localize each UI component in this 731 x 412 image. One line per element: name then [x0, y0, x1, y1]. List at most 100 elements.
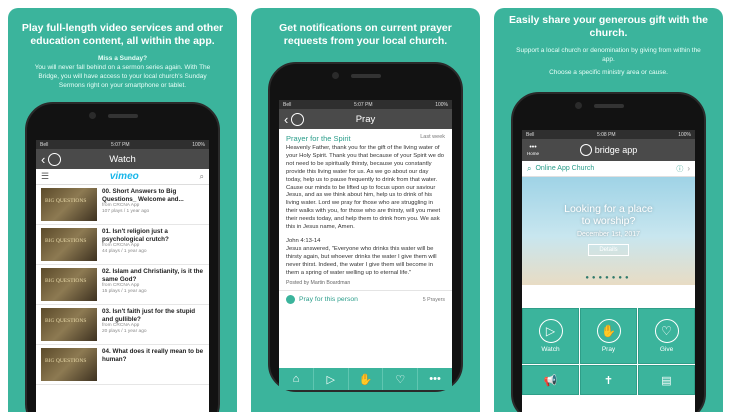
speaker: [350, 74, 381, 78]
chevron-right-icon[interactable]: ›: [687, 164, 690, 173]
video-list-item[interactable]: BIG QUESTIONS 03. Isn't faith just for th…: [36, 305, 209, 345]
video-thumbnail: BIG QUESTIONS: [41, 268, 97, 301]
tab-home-icon[interactable]: ⌂: [279, 368, 314, 390]
search-value: Online App Church: [535, 165, 595, 172]
video-thumbnail: BIG QUESTIONS: [41, 308, 97, 341]
tab-more-icon[interactable]: •••: [418, 368, 452, 390]
tab-pray-icon[interactable]: ✋: [349, 368, 384, 390]
clock: 5:07 PM: [353, 101, 373, 108]
screenshot-panel-give: Easily share your generous gift with the…: [494, 8, 723, 412]
nav-bar: ‹ Pray: [279, 109, 452, 129]
tile-give[interactable]: ♡ Give: [638, 308, 695, 364]
carousel-dots[interactable]: ●●●●●●●: [522, 275, 695, 281]
pray-row: Pray for this person 5 Prayers: [279, 290, 452, 308]
vimeo-header: ☰ vimeo ⌕: [36, 169, 209, 185]
screenshot-panel-watch: Play full-length video services and othe…: [8, 8, 237, 412]
back-chevron-icon[interactable]: ‹: [284, 113, 288, 126]
video-title: 04. What does it really mean to be human…: [102, 348, 204, 363]
video-meta: 15 plays / 1 year ago: [102, 289, 147, 294]
panel-caption: Easily share your generous gift with the…: [509, 14, 708, 39]
bridge-logo-icon: [291, 112, 305, 126]
tile-watch[interactable]: ▷ Watch: [522, 308, 579, 364]
phone-screen: Bell 5:07 PM 100% ‹ Pray Prayer for the …: [279, 100, 452, 390]
bridge-logo-icon: [579, 144, 592, 156]
carrier: Bell: [40, 141, 49, 148]
panel-subtext-2: Choose a specific ministry area or cause…: [549, 69, 668, 76]
video-list-item[interactable]: BIG QUESTIONS 01. Isn't religion just a p…: [36, 225, 209, 265]
prayer-date: Last week: [420, 134, 445, 140]
tab-bar: ⌂ ▷ ✋ ♡ •••: [279, 368, 452, 390]
pray-for-button[interactable]: Pray for this person: [286, 295, 358, 305]
praying-hands-icon: ✋: [596, 319, 621, 343]
prayer-body: Heavenly Father, thank you for the gift …: [286, 145, 445, 231]
panel-caption: Get notifications on current prayer requ…: [279, 22, 452, 47]
tile-label: Pray: [601, 346, 616, 353]
bridge-logo-icon: [48, 152, 62, 166]
video-title: 03. Isn't faith just for the stupid and …: [102, 308, 196, 323]
speaker: [107, 114, 138, 118]
screenshot-panel-pray: Get notifications on current prayer requ…: [251, 8, 480, 412]
camera: [575, 102, 582, 109]
video-thumbnail: BIG QUESTIONS: [41, 188, 97, 221]
status-bar: Bell 5:07 PM 100%: [36, 140, 209, 149]
hero-line-2: to worship?: [581, 215, 636, 227]
phone-frame: Bell 5:07 PM 100% ‹ Watch ☰ vimeo ⌕ BIG …: [25, 102, 220, 412]
status-bar: Bell 5:08 PM 100%: [522, 130, 695, 139]
video-list-item[interactable]: BIG QUESTIONS 00. Short Answers to Big Qu…: [36, 185, 209, 225]
panel-subheading: Miss a Sunday?: [97, 55, 148, 62]
megaphone-icon: 📢: [543, 374, 558, 387]
thumbnail-text: BIG QUESTIONS: [45, 318, 87, 324]
speaker: [593, 104, 624, 108]
menu-icon[interactable]: ☰: [41, 171, 49, 182]
video-meta: 20 plays / 1 year ago: [102, 329, 147, 334]
church-search[interactable]: ⌕ Online App Church ⓘ ›: [522, 161, 695, 177]
play-icon: ▷: [538, 319, 563, 343]
tile-bible[interactable]: ✝: [580, 365, 637, 395]
thumbnail-text: BIG QUESTIONS: [45, 358, 87, 364]
hero-banner[interactable]: Looking for a place to worship? December…: [522, 177, 695, 285]
verse-reference: John 4:13-14: [286, 237, 321, 244]
video-list-item[interactable]: BIG QUESTIONS 02. Islam and Christianity,…: [36, 265, 209, 305]
video-title: 02. Islam and Christianity, is it the sa…: [102, 268, 204, 283]
verse-text: Jesus answered, "Everyone who drinks thi…: [286, 245, 437, 276]
thumbnail-text: BIG QUESTIONS: [45, 278, 87, 284]
status-bar: Bell 5:07 PM 100%: [279, 100, 452, 109]
video-meta: 107 plays / 1 year ago: [102, 209, 150, 214]
tab-heart-icon[interactable]: ♡: [383, 368, 419, 390]
thumbnail-text: BIG QUESTIONS: [45, 198, 87, 204]
prayer-title: Prayer for the Spirit: [286, 134, 351, 143]
tile-pray[interactable]: ✋ Pray: [580, 308, 637, 364]
panel-subtext-1: Support a local church or denomination b…: [516, 47, 701, 63]
thumbnail-text: BIG QUESTIONS: [45, 238, 87, 244]
phone-screen: Bell 5:08 PM 100% ••• Home bridge app ⌕ …: [522, 130, 695, 412]
video-title: 01. Isn't religion just a psychological …: [102, 228, 169, 243]
carrier: Bell: [526, 131, 535, 138]
tab-play-icon[interactable]: ▷: [314, 368, 349, 390]
video-list: BIG QUESTIONS 00. Short Answers to Big Qu…: [36, 185, 209, 385]
app-brand: bridge app: [522, 144, 695, 156]
home-menu-button[interactable]: ••• Home: [527, 144, 539, 156]
panel-caption: Play full-length video services and othe…: [21, 22, 224, 47]
clock: 5:07 PM: [110, 141, 130, 148]
tile-label: Give: [659, 346, 674, 353]
pray-label: Pray for this person: [299, 296, 358, 304]
tile-news[interactable]: ▤: [638, 365, 695, 395]
news-icon: ▤: [661, 374, 672, 387]
hero-line-1: Looking for a place: [564, 203, 653, 215]
phone-frame: Bell 5:07 PM 100% ‹ Pray Prayer for the …: [268, 62, 463, 392]
hero-date: December 1st, 2017: [576, 231, 641, 238]
battery: 100%: [678, 131, 691, 138]
search-icon[interactable]: ⌕: [200, 172, 204, 182]
video-title: 00. Short Answers to Big Questions_ Welc…: [102, 188, 184, 203]
phone-frame: Bell 5:08 PM 100% ••• Home bridge app ⌕ …: [511, 92, 706, 412]
video-thumbnail: BIG QUESTIONS: [41, 348, 97, 381]
tile-megaphone[interactable]: 📢: [522, 365, 579, 395]
nav-bar: ‹ Watch: [36, 149, 209, 169]
video-list-item[interactable]: BIG QUESTIONS 04. What does it really mea…: [36, 345, 209, 385]
back-chevron-icon[interactable]: ‹: [41, 153, 45, 166]
info-icon[interactable]: ⓘ: [676, 164, 683, 174]
tile-label: Watch: [541, 346, 560, 353]
carrier: Bell: [283, 101, 292, 108]
app-name: bridge app: [594, 145, 638, 155]
details-button[interactable]: Details: [588, 244, 629, 256]
